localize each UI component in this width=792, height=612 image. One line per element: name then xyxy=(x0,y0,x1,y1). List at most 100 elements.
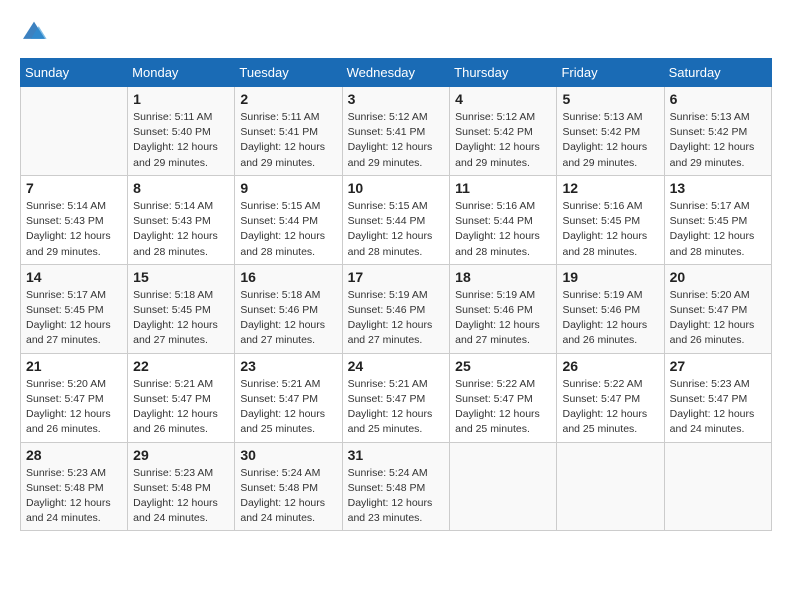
calendar-cell: 11 Sunrise: 5:16 AMSunset: 5:44 PMDayligh… xyxy=(450,175,557,264)
day-number: 19 xyxy=(562,269,658,285)
day-number: 30 xyxy=(240,447,336,463)
day-number: 27 xyxy=(670,358,766,374)
col-header-wednesday: Wednesday xyxy=(342,59,450,87)
day-number: 22 xyxy=(133,358,229,374)
day-info: Sunrise: 5:24 AMSunset: 5:48 PMDaylight:… xyxy=(240,466,336,527)
day-info: Sunrise: 5:19 AMSunset: 5:46 PMDaylight:… xyxy=(562,288,658,349)
day-number: 23 xyxy=(240,358,336,374)
logo-icon xyxy=(20,20,48,42)
day-number: 20 xyxy=(670,269,766,285)
calendar-cell: 12 Sunrise: 5:16 AMSunset: 5:45 PMDayligh… xyxy=(557,175,664,264)
calendar-cell xyxy=(664,442,771,531)
day-info: Sunrise: 5:15 AMSunset: 5:44 PMDaylight:… xyxy=(240,199,336,260)
day-info: Sunrise: 5:11 AMSunset: 5:40 PMDaylight:… xyxy=(133,110,229,171)
calendar-cell: 27 Sunrise: 5:23 AMSunset: 5:47 PMDayligh… xyxy=(664,353,771,442)
calendar-cell: 14 Sunrise: 5:17 AMSunset: 5:45 PMDayligh… xyxy=(21,264,128,353)
day-number: 11 xyxy=(455,180,551,196)
day-number: 8 xyxy=(133,180,229,196)
day-info: Sunrise: 5:23 AMSunset: 5:48 PMDaylight:… xyxy=(133,466,229,527)
day-info: Sunrise: 5:16 AMSunset: 5:45 PMDaylight:… xyxy=(562,199,658,260)
calendar-cell: 25 Sunrise: 5:22 AMSunset: 5:47 PMDayligh… xyxy=(450,353,557,442)
col-header-monday: Monday xyxy=(128,59,235,87)
day-info: Sunrise: 5:14 AMSunset: 5:43 PMDaylight:… xyxy=(133,199,229,260)
calendar-cell: 2 Sunrise: 5:11 AMSunset: 5:41 PMDaylight… xyxy=(235,87,342,176)
col-header-thursday: Thursday xyxy=(450,59,557,87)
page-header xyxy=(20,20,772,42)
day-info: Sunrise: 5:23 AMSunset: 5:47 PMDaylight:… xyxy=(670,377,766,438)
day-number: 25 xyxy=(455,358,551,374)
day-info: Sunrise: 5:18 AMSunset: 5:46 PMDaylight:… xyxy=(240,288,336,349)
day-info: Sunrise: 5:21 AMSunset: 5:47 PMDaylight:… xyxy=(133,377,229,438)
calendar-cell: 28 Sunrise: 5:23 AMSunset: 5:48 PMDayligh… xyxy=(21,442,128,531)
day-info: Sunrise: 5:17 AMSunset: 5:45 PMDaylight:… xyxy=(670,199,766,260)
calendar-cell: 24Sunrise: 5:21 AMSunset: 5:47 PMDayligh… xyxy=(342,353,450,442)
day-info: Sunrise: 5:20 AMSunset: 5:47 PMDaylight:… xyxy=(670,288,766,349)
day-number: 28 xyxy=(26,447,122,463)
calendar-cell: 4Sunrise: 5:12 AMSunset: 5:42 PMDaylight… xyxy=(450,87,557,176)
calendar-cell xyxy=(450,442,557,531)
day-info: Sunrise: 5:19 AMSunset: 5:46 PMDaylight:… xyxy=(455,288,551,349)
day-info: Sunrise: 5:24 AMSunset: 5:48 PMDaylight:… xyxy=(348,466,445,527)
day-info: Sunrise: 5:22 AMSunset: 5:47 PMDaylight:… xyxy=(455,377,551,438)
col-header-tuesday: Tuesday xyxy=(235,59,342,87)
day-number: 18 xyxy=(455,269,551,285)
day-number: 12 xyxy=(562,180,658,196)
day-info: Sunrise: 5:12 AMSunset: 5:41 PMDaylight:… xyxy=(348,110,445,171)
calendar-week-row: 14 Sunrise: 5:17 AMSunset: 5:45 PMDayligh… xyxy=(21,264,772,353)
calendar-cell: 23 Sunrise: 5:21 AMSunset: 5:47 PMDayligh… xyxy=(235,353,342,442)
calendar-cell: 19 Sunrise: 5:19 AMSunset: 5:46 PMDayligh… xyxy=(557,264,664,353)
calendar-week-row: 1 Sunrise: 5:11 AMSunset: 5:40 PMDaylight… xyxy=(21,87,772,176)
day-info: Sunrise: 5:18 AMSunset: 5:45 PMDaylight:… xyxy=(133,288,229,349)
calendar-cell: 6 Sunrise: 5:13 AMSunset: 5:42 PMDaylight… xyxy=(664,87,771,176)
col-header-saturday: Saturday xyxy=(664,59,771,87)
calendar-cell: 5 Sunrise: 5:13 AMSunset: 5:42 PMDaylight… xyxy=(557,87,664,176)
calendar-cell: 9 Sunrise: 5:15 AMSunset: 5:44 PMDaylight… xyxy=(235,175,342,264)
day-info: Sunrise: 5:13 AMSunset: 5:42 PMDaylight:… xyxy=(562,110,658,171)
day-info: Sunrise: 5:17 AMSunset: 5:45 PMDaylight:… xyxy=(26,288,122,349)
col-header-sunday: Sunday xyxy=(21,59,128,87)
day-number: 1 xyxy=(133,91,229,107)
day-info: Sunrise: 5:16 AMSunset: 5:44 PMDaylight:… xyxy=(455,199,551,260)
day-info: Sunrise: 5:23 AMSunset: 5:48 PMDaylight:… xyxy=(26,466,122,527)
calendar-cell: 16Sunrise: 5:18 AMSunset: 5:46 PMDayligh… xyxy=(235,264,342,353)
day-number: 31 xyxy=(348,447,445,463)
day-number: 9 xyxy=(240,180,336,196)
day-number: 14 xyxy=(26,269,122,285)
day-number: 26 xyxy=(562,358,658,374)
day-number: 15 xyxy=(133,269,229,285)
col-header-friday: Friday xyxy=(557,59,664,87)
calendar-cell: 22 Sunrise: 5:21 AMSunset: 5:47 PMDayligh… xyxy=(128,353,235,442)
calendar-cell: 18 Sunrise: 5:19 AMSunset: 5:46 PMDayligh… xyxy=(450,264,557,353)
calendar-cell: 1 Sunrise: 5:11 AMSunset: 5:40 PMDaylight… xyxy=(128,87,235,176)
day-number: 21 xyxy=(26,358,122,374)
day-info: Sunrise: 5:21 AMSunset: 5:47 PMDaylight:… xyxy=(240,377,336,438)
calendar-week-row: 28 Sunrise: 5:23 AMSunset: 5:48 PMDayligh… xyxy=(21,442,772,531)
day-number: 6 xyxy=(670,91,766,107)
day-number: 2 xyxy=(240,91,336,107)
calendar-header-row: SundayMondayTuesdayWednesdayThursdayFrid… xyxy=(21,59,772,87)
calendar-cell xyxy=(557,442,664,531)
calendar-cell xyxy=(21,87,128,176)
day-info: Sunrise: 5:19 AMSunset: 5:46 PMDaylight:… xyxy=(348,288,445,349)
day-info: Sunrise: 5:12 AMSunset: 5:42 PMDaylight:… xyxy=(455,110,551,171)
calendar-cell: 30 Sunrise: 5:24 AMSunset: 5:48 PMDayligh… xyxy=(235,442,342,531)
calendar-cell: 20 Sunrise: 5:20 AMSunset: 5:47 PMDayligh… xyxy=(664,264,771,353)
calendar-cell: 29Sunrise: 5:23 AMSunset: 5:48 PMDayligh… xyxy=(128,442,235,531)
day-number: 17 xyxy=(348,269,445,285)
calendar-week-row: 21Sunrise: 5:20 AMSunset: 5:47 PMDayligh… xyxy=(21,353,772,442)
logo xyxy=(20,20,52,42)
calendar-cell: 8 Sunrise: 5:14 AMSunset: 5:43 PMDaylight… xyxy=(128,175,235,264)
day-number: 5 xyxy=(562,91,658,107)
calendar-cell: 7Sunrise: 5:14 AMSunset: 5:43 PMDaylight… xyxy=(21,175,128,264)
day-info: Sunrise: 5:21 AMSunset: 5:47 PMDaylight:… xyxy=(348,377,445,438)
day-number: 10 xyxy=(348,180,445,196)
calendar-cell: 15 Sunrise: 5:18 AMSunset: 5:45 PMDayligh… xyxy=(128,264,235,353)
calendar-table: SundayMondayTuesdayWednesdayThursdayFrid… xyxy=(20,58,772,531)
day-info: Sunrise: 5:13 AMSunset: 5:42 PMDaylight:… xyxy=(670,110,766,171)
day-info: Sunrise: 5:11 AMSunset: 5:41 PMDaylight:… xyxy=(240,110,336,171)
calendar-week-row: 7Sunrise: 5:14 AMSunset: 5:43 PMDaylight… xyxy=(21,175,772,264)
calendar-cell: 26 Sunrise: 5:22 AMSunset: 5:47 PMDayligh… xyxy=(557,353,664,442)
day-info: Sunrise: 5:22 AMSunset: 5:47 PMDaylight:… xyxy=(562,377,658,438)
calendar-cell: 10Sunrise: 5:15 AMSunset: 5:44 PMDayligh… xyxy=(342,175,450,264)
calendar-cell: 31 Sunrise: 5:24 AMSunset: 5:48 PMDayligh… xyxy=(342,442,450,531)
